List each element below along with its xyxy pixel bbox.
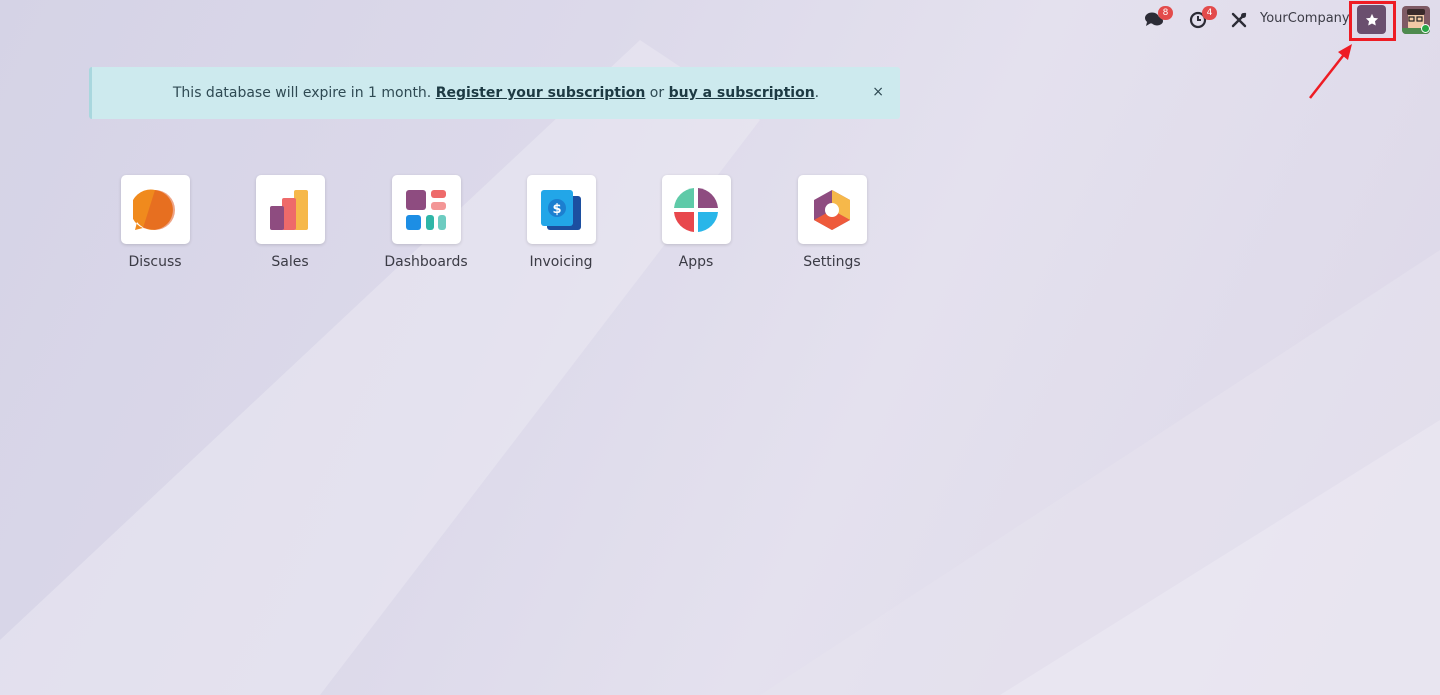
sales-icon <box>270 189 308 230</box>
alert-text: This database will expire in 1 month. <box>172 85 436 101</box>
apps-icon <box>674 187 718 232</box>
app-tile <box>391 175 461 244</box>
app-tile <box>255 175 325 244</box>
app-label: Sales <box>271 254 309 270</box>
app-apps[interactable]: Apps <box>646 175 746 275</box>
app-label: Invoicing <box>529 254 593 270</box>
tools-icon <box>1231 12 1247 28</box>
close-alert-button[interactable]: × <box>872 84 884 100</box>
buy-subscription-link[interactable]: buy a subscription <box>669 85 815 101</box>
app-sales[interactable]: Sales <box>240 175 340 275</box>
alert-text-end: . <box>814 85 820 101</box>
svg-text:$: $ <box>552 202 561 217</box>
app-label: Settings <box>803 254 861 270</box>
app-tile <box>797 175 867 244</box>
online-status-dot <box>1421 24 1430 33</box>
register-subscription-link[interactable]: Register your subscription <box>436 85 646 101</box>
debug-tools-button[interactable] <box>1228 10 1250 30</box>
messages-badge: 8 <box>1158 6 1173 20</box>
activities-button[interactable]: 4 <box>1187 6 1217 30</box>
subscription-alert: This database will expire in 1 month. Re… <box>89 67 900 119</box>
favorites-star-button[interactable] <box>1357 5 1386 34</box>
app-label: Discuss <box>128 254 182 270</box>
alert-text-middle: or <box>645 85 669 101</box>
discuss-icon <box>133 189 175 230</box>
app-tile: $ <box>526 175 596 244</box>
dashboards-icon <box>406 189 446 230</box>
invoicing-icon: $ <box>541 189 581 230</box>
messages-button[interactable]: 8 <box>1143 6 1173 30</box>
app-dashboards[interactable]: Dashboards <box>376 175 476 275</box>
company-switcher[interactable]: YourCompany <box>1260 11 1350 26</box>
app-settings[interactable]: Settings <box>782 175 882 275</box>
app-label: Dashboards <box>384 254 468 270</box>
star-icon <box>1365 13 1378 26</box>
app-discuss[interactable]: Discuss <box>105 175 205 275</box>
app-tile <box>120 175 190 244</box>
app-label: Apps <box>678 254 714 270</box>
app-invoicing[interactable]: $ Invoicing <box>511 175 611 275</box>
app-tile <box>661 175 731 244</box>
settings-icon <box>814 189 850 230</box>
annotation-arrow <box>1309 44 1352 99</box>
activities-badge: 4 <box>1202 6 1217 20</box>
top-navbar: 8 4 YourCompany <box>0 0 1440 41</box>
